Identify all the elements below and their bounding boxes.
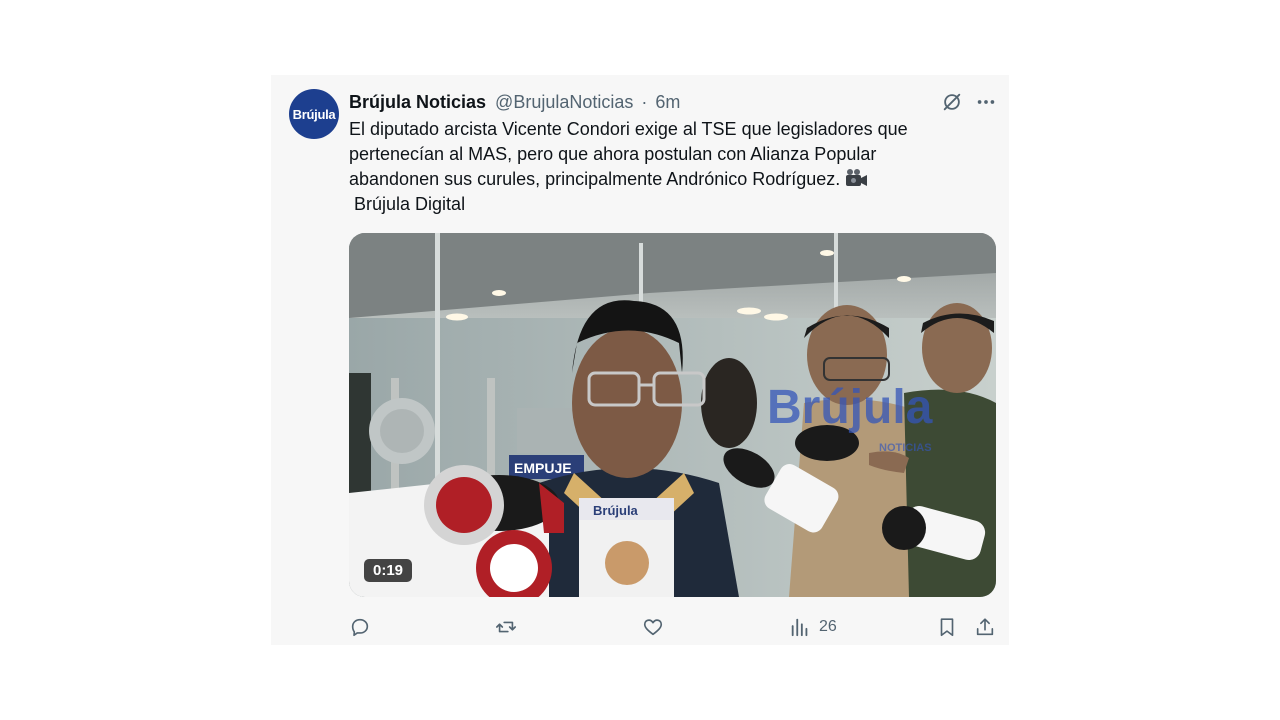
video-player[interactable]: EMPUJE Brújula Brújula NOTICIAS 0:19 [349, 233, 996, 597]
repost-icon [496, 621, 516, 633]
more-icon[interactable] [974, 91, 998, 113]
tweet-text-line: El diputado arcista Vicente Condori exig… [349, 119, 908, 139]
tweet-card[interactable]: Brújula Brújula Noticias @BrujulaNoticia… [271, 75, 1009, 645]
tweet-text-line: pertenecían al MAS, pero que ahora postu… [349, 144, 877, 164]
banner-text: EMPUJE [514, 460, 572, 476]
views-count: 26 [819, 618, 837, 635]
tweet-text-line: Brújula Digital [349, 194, 466, 214]
watermark-subtext: NOTICIAS [879, 442, 932, 454]
author-name[interactable]: Brújula Noticias [349, 92, 486, 112]
grok-icon[interactable] [941, 91, 963, 113]
separator-dot: · [641, 92, 648, 112]
bookmark-icon [940, 618, 954, 637]
reply-button[interactable] [349, 615, 371, 639]
views-button[interactable]: 26 [789, 615, 837, 639]
share-icon [976, 618, 994, 636]
bookmark-button[interactable] [936, 615, 958, 639]
reply-icon [351, 618, 369, 637]
tweet-text: El diputado arcista Vicente Condori exig… [349, 117, 979, 217]
tweet-text-line: abandonen sus curules, principalmente An… [349, 169, 841, 189]
video-frame: EMPUJE Brújula Brújula NOTICIAS [349, 233, 996, 597]
watermark-text: Brújula [767, 381, 933, 434]
tweet-time[interactable]: 6m [655, 92, 680, 112]
views-icon [791, 618, 808, 637]
avatar[interactable]: Brújula [289, 89, 339, 139]
camera-icon [846, 169, 868, 186]
video-duration: 0:19 [364, 559, 413, 582]
tweet-header: Brújula Noticias @BrujulaNoticias · 6m [349, 90, 680, 114]
repost-button[interactable] [495, 615, 517, 639]
share-button[interactable] [974, 615, 996, 639]
mic-label: Brújula [593, 503, 639, 518]
avatar-logo-text: Brújula [292, 106, 336, 122]
author-handle[interactable]: @BrujulaNoticias [495, 92, 633, 112]
like-icon [643, 619, 663, 636]
like-button[interactable] [642, 615, 664, 639]
